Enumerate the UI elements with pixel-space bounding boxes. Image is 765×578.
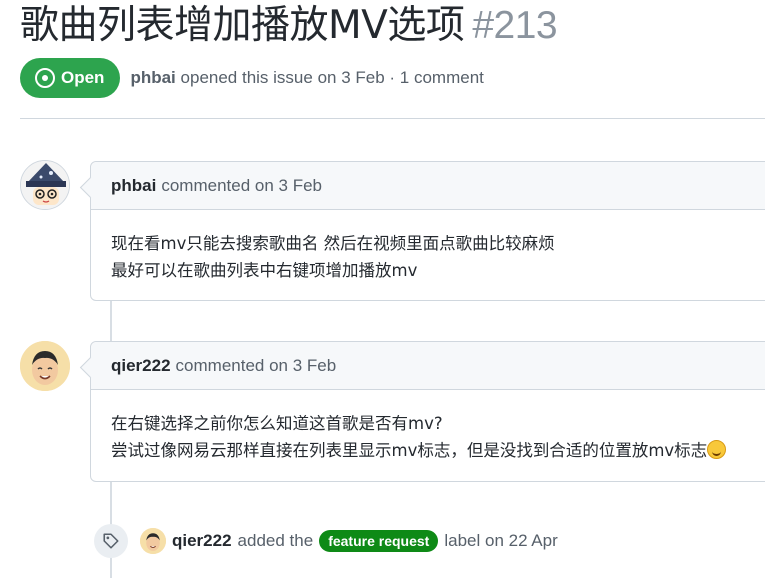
avatar-memoji-image	[20, 341, 70, 391]
comment-2: qier222 commented on 3 Feb 在右键选择之前你怎么知道这…	[90, 341, 765, 482]
comment-line: 尝试过像网易云那样直接在列表里显示mv标志，但是没找到合适的位置放mv标志	[111, 437, 759, 464]
comment-line-text: 尝试过像网易云那样直接在列表里显示mv标志，但是没找到合适的位置放mv标志	[111, 441, 708, 460]
event-suffix: label on 22 Apr	[444, 531, 558, 550]
grinning-sweat-emoji	[707, 440, 727, 459]
feature-request-label[interactable]: feature request	[319, 530, 439, 552]
event-author-link[interactable]: qier222	[172, 531, 232, 551]
comment-timestamp[interactable]: commented on 3 Feb	[161, 176, 322, 196]
comment-author-link[interactable]: phbai	[111, 176, 156, 196]
comment-body: 在右键选择之前你怎么知道这首歌是否有mv? 尝试过像网易云那样直接在列表里显示m…	[91, 390, 765, 464]
comment-line: 在右键选择之前你怎么知道这首歌是否有mv?	[111, 414, 443, 433]
issue-title: 歌曲列表增加播放MV选项 #213	[20, 2, 558, 50]
avatar[interactable]	[20, 160, 70, 210]
issue-number: #213	[472, 4, 558, 47]
event-action: added the	[237, 531, 314, 550]
comment-header: phbai commented on 3 Feb	[91, 162, 765, 210]
comment-line: 最好可以在歌曲列表中右键项增加播放mv	[111, 261, 418, 280]
issue-meta: Open phbai opened this issue on 3 Feb · …	[20, 58, 484, 98]
issue-meta-text: phbai opened this issue on 3 Feb · 1 com…	[130, 68, 483, 88]
avatar-wizard-image	[21, 161, 69, 209]
comment-line: 现在看mv只能去搜索歌曲名 然后在视频里面点歌曲比较麻烦	[111, 234, 555, 253]
state-label: Open	[61, 68, 105, 87]
avatar-memoji-image	[140, 528, 166, 554]
comment-timestamp[interactable]: commented on 3 Feb	[176, 356, 337, 376]
tag-icon	[103, 533, 119, 549]
comment-author-link[interactable]: qier222	[111, 356, 171, 376]
label-event: qier222 added the feature request label …	[94, 524, 558, 558]
issue-opened-icon	[35, 68, 55, 88]
tag-icon-badge	[94, 524, 128, 558]
issue-opened-text: opened this issue on 3 Feb · 1 comment	[180, 68, 484, 87]
avatar[interactable]	[140, 528, 166, 554]
state-badge: Open	[20, 58, 121, 98]
issue-author-link[interactable]: phbai	[130, 68, 175, 87]
avatar[interactable]	[20, 341, 70, 391]
header-divider	[20, 118, 765, 119]
comment-1: phbai commented on 3 Feb 现在看mv只能去搜索歌曲名 然…	[90, 161, 765, 301]
comment-header: qier222 commented on 3 Feb	[91, 342, 765, 390]
issue-title-text: 歌曲列表增加播放MV选项	[20, 3, 465, 48]
comment-body: 现在看mv只能去搜索歌曲名 然后在视频里面点歌曲比较麻烦 最好可以在歌曲列表中右…	[91, 210, 765, 284]
